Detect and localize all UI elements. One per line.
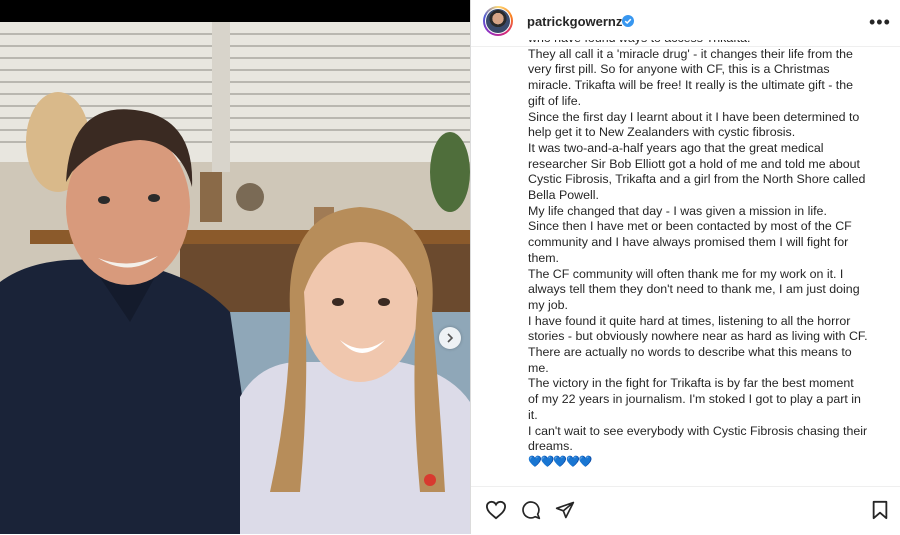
caption-line: I can't wait to see everybody with Cysti… [528,423,868,438]
post-photo[interactable] [0,22,470,534]
username[interactable]: patrickgowernz [527,14,622,29]
like-heart-icon[interactable] [485,500,507,520]
caption-line: community and I have always promised the… [528,235,849,250]
top-black-bar [0,0,470,22]
caption-line: gift of life. [528,93,582,108]
caption-line: Since then I have met or been contacted … [528,219,852,234]
more-options-icon[interactable]: ••• [869,12,891,33]
save-bookmark-icon[interactable] [871,500,889,520]
caption-line: it. [528,407,538,422]
caption-line: Bella Powell. [528,188,599,203]
caption-line: always tell them they don't need to than… [528,282,860,297]
post-caption: who have found ways to access Trikafta.T… [528,40,888,476]
caption-line: They all call it a 'miracle drug' - it c… [528,46,853,61]
caption-line: help get it to New Zealanders with cysti… [528,125,796,140]
comment-icon[interactable] [521,500,541,520]
caption-line: There are actually no words to describe … [528,345,852,360]
action-bar [471,486,900,535]
caption-line: who have found ways to access Trikafta. [528,40,868,47]
caption-line: my job. [528,297,568,312]
share-send-icon[interactable] [555,500,575,520]
caption-line: The CF community will often thank me for… [528,266,844,281]
verified-badge-icon [622,15,634,27]
caption-line: of my 22 years in journalism. I'm stoked… [528,392,861,407]
caption-line: I have found it quite hard at times, lis… [528,313,851,328]
avatar[interactable] [483,6,513,36]
next-photo-button[interactable] [439,327,461,349]
caption-line: Cystic Fibrosis, Trikafta and a girl fro… [528,172,866,187]
caption-line: My life changed that day - I was given a… [528,203,827,218]
profile-picture [486,9,510,33]
caption-line: dreams. [528,439,573,454]
caption-line: Since the first day I learnt about it I … [528,109,860,124]
blue-hearts-emoji: 💙💙💙💙💙 [528,455,592,468]
post-side-panel: patrickgowernz ••• who have found ways t… [470,0,900,534]
caption-line: them. [528,250,559,265]
caption-line: very first pill. So for anyone with CF, … [528,62,830,77]
caption-line: me. [528,360,549,375]
caption-line: researcher Sir Bob Elliott got a hold of… [528,156,860,171]
caption-line: stories - but obviously nowhere near as … [528,329,868,344]
caption-line: The victory in the fight for Trikafta is… [528,376,854,391]
caption-line: It was two-and-a-half years ago that the… [528,140,824,155]
caption-line: miracle. Trikafta will be free! It reall… [528,78,854,93]
chevron-right-icon [447,333,454,343]
